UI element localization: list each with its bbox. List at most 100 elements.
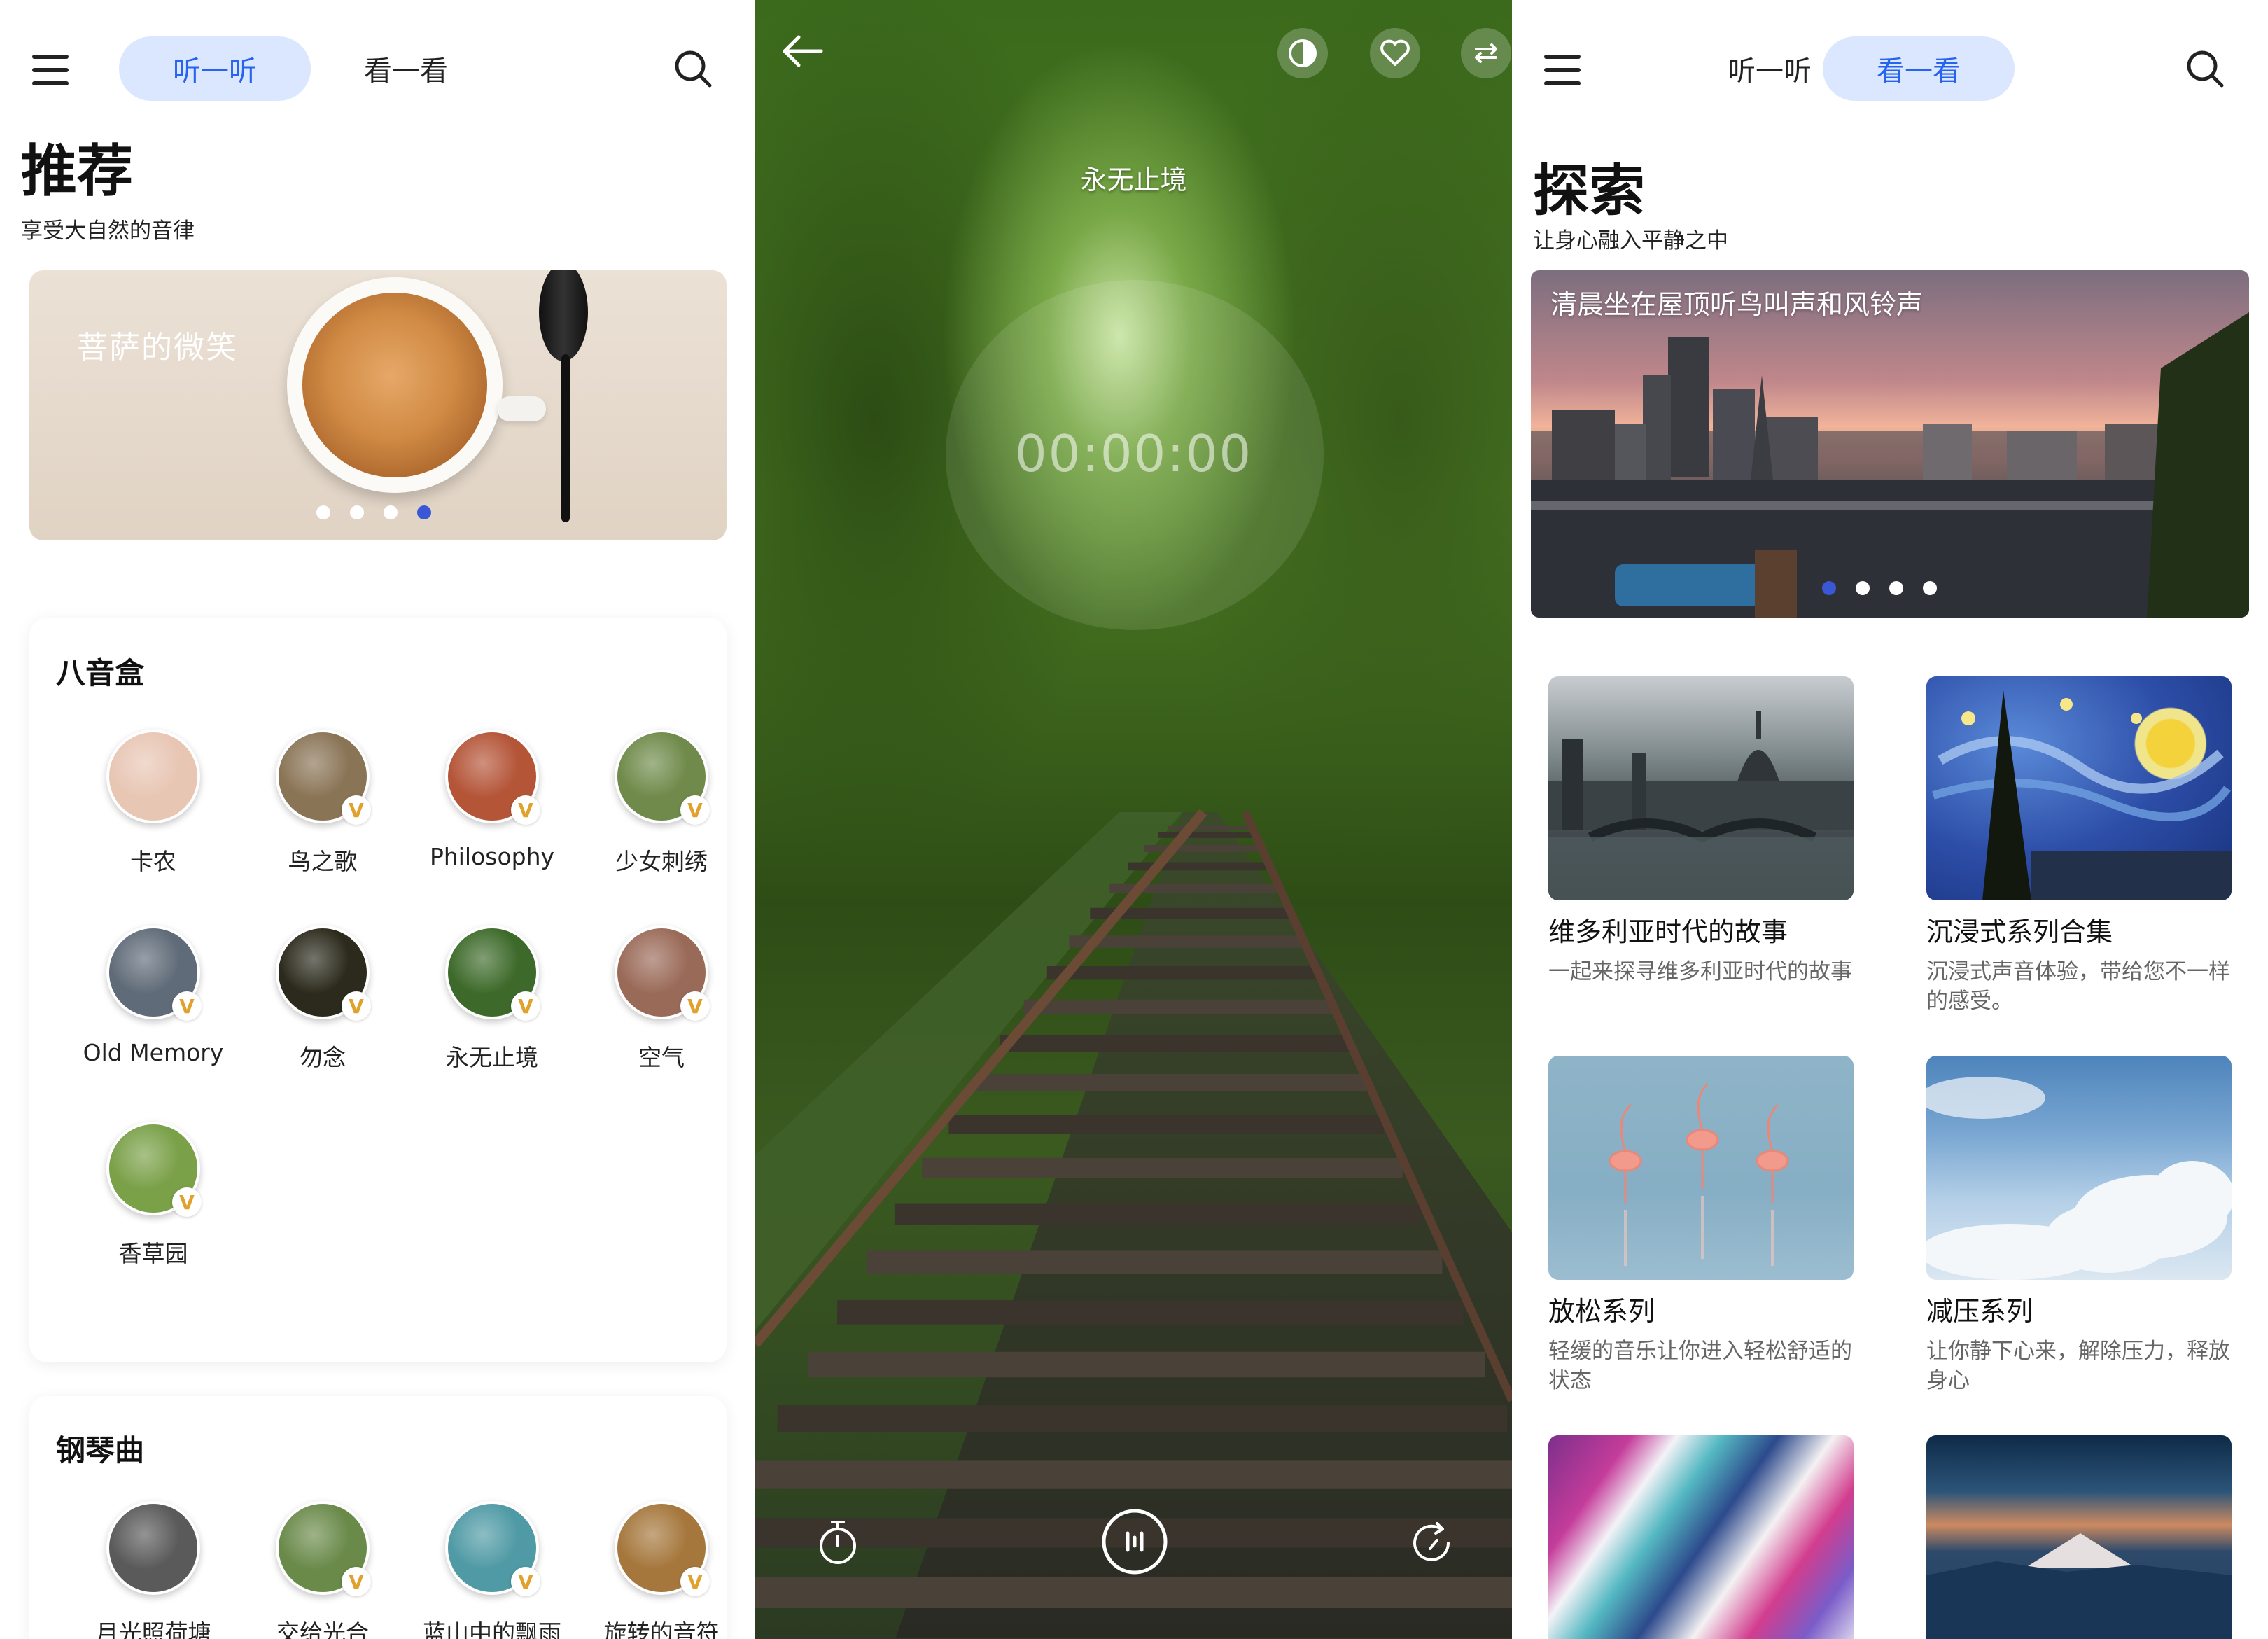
sound-item-label: 鸟之歌 bbox=[288, 848, 358, 875]
tile-immersive[interactable]: 沉浸式系列合集 沉浸式声音体验，带给您不一样的感受。 bbox=[1926, 676, 2232, 1016]
tile-description: 沉浸式声音体验，带给您不一样的感受。 bbox=[1926, 959, 2230, 1014]
tile-decompress[interactable]: 减压系列 让你静下心来，解除压力，释放身心 bbox=[1926, 1056, 2232, 1395]
tab-look[interactable]: 看一看 bbox=[314, 36, 498, 101]
sound-item[interactable]: V Philosophy bbox=[407, 730, 577, 870]
pause-icon[interactable] bbox=[1101, 1508, 1168, 1575]
sound-item-label: 永无止境 bbox=[446, 1044, 538, 1071]
timer-icon[interactable] bbox=[816, 1518, 860, 1567]
sound-cover-image bbox=[106, 1501, 200, 1595]
railway-track-image bbox=[755, 809, 1512, 1639]
heart-icon[interactable] bbox=[1370, 28, 1420, 78]
sound-item[interactable]: V 少女刺绣 bbox=[577, 730, 746, 877]
page-title: 探索 bbox=[1533, 158, 1645, 223]
vip-badge-icon: V bbox=[342, 795, 371, 825]
contrast-icon[interactable] bbox=[1278, 28, 1328, 78]
spoon-image bbox=[539, 270, 588, 361]
sound-item[interactable]: 卡农 bbox=[69, 730, 238, 877]
railway-sleeper bbox=[1046, 966, 1318, 980]
pagination-dot-active[interactable] bbox=[1822, 581, 1836, 595]
sound-item[interactable]: V 交给光合 bbox=[238, 1501, 407, 1639]
page-title: 推荐 bbox=[21, 139, 133, 204]
back-arrow-icon[interactable] bbox=[782, 34, 824, 69]
shuffle-icon[interactable] bbox=[1461, 28, 1511, 78]
page-subtitle: 享受大自然的音律 bbox=[21, 218, 195, 244]
sound-item[interactable]: V Old Memory bbox=[69, 926, 238, 1066]
vip-badge-icon: V bbox=[511, 795, 540, 825]
banner-title: 清晨坐在屋顶听鸟叫声和风铃声 bbox=[1550, 289, 1924, 320]
pagination-dot[interactable] bbox=[316, 505, 330, 519]
sound-item[interactable]: V 旋转的音符 bbox=[577, 1501, 746, 1639]
menu-icon[interactable] bbox=[32, 55, 69, 85]
tab-listen[interactable]: 听一听 bbox=[119, 36, 311, 101]
menu-icon[interactable] bbox=[1544, 55, 1581, 85]
vip-badge-icon: V bbox=[680, 991, 710, 1021]
sound-item[interactable]: V 永无止境 bbox=[407, 926, 577, 1073]
starry-night-image bbox=[1926, 676, 2232, 900]
tile-victorian[interactable]: 维多利亚时代的故事 一起来探寻维多利亚时代的故事 bbox=[1548, 676, 1854, 986]
search-icon[interactable] bbox=[2185, 49, 2225, 88]
city-rooftop-image bbox=[1531, 312, 2249, 618]
mountain-image bbox=[1926, 1435, 2232, 1639]
repeat-icon[interactable] bbox=[1409, 1521, 1454, 1565]
tile-mountain[interactable] bbox=[1926, 1435, 2232, 1639]
tile-description: 轻缓的音乐让你进入轻松舒适的状态 bbox=[1548, 1339, 1852, 1393]
vip-badge-icon: V bbox=[172, 991, 202, 1021]
look-explore-screen: 听一听 看一看 探索 让身心融入平静之中 清晨坐在屋顶听鸟叫声和风铃声 维多利亚… bbox=[1512, 0, 2268, 1639]
piano-card: 钢琴曲 月光照荷塘 V 交给光合 V 蓝山中的飘雨 V 旋转的音符 bbox=[29, 1396, 727, 1639]
vip-badge-icon: V bbox=[511, 1567, 540, 1596]
tile-title: 减压系列 bbox=[1926, 1296, 2033, 1327]
tile-fluid-art[interactable] bbox=[1548, 1435, 1854, 1639]
sound-cover-image: V bbox=[445, 1501, 540, 1596]
tab-look[interactable]: 看一看 bbox=[1823, 36, 2015, 101]
sound-item-label: Old Memory bbox=[83, 1039, 224, 1066]
banner-pagination[interactable] bbox=[1822, 581, 1937, 595]
tile-description: 让你静下心来，解除压力，释放身心 bbox=[1926, 1339, 2230, 1393]
banner-pagination[interactable] bbox=[316, 505, 431, 519]
coffee-cup-image bbox=[287, 277, 546, 493]
railway-sleeper bbox=[1069, 935, 1304, 948]
player-screen: 永无止境 00:00:00 bbox=[755, 0, 1512, 1639]
sound-item-label: 香草园 bbox=[118, 1240, 188, 1267]
sound-item[interactable]: 月光照荷塘 bbox=[69, 1501, 238, 1639]
pagination-dot[interactable] bbox=[1889, 581, 1903, 595]
sound-cover-image: V bbox=[615, 1501, 710, 1596]
fluid-art-image bbox=[1548, 1435, 1854, 1639]
sound-cover-image: V bbox=[615, 730, 710, 825]
railway-sleeper bbox=[1000, 1035, 1349, 1052]
sound-item[interactable]: V 香草园 bbox=[69, 1122, 238, 1269]
vip-badge-icon: V bbox=[680, 1567, 710, 1596]
listen-recommend-screen: 听一听 看一看 推荐 享受大自然的音律 菩萨的微笑 八音盒 卡农 V 鸟之歌 V Phi… bbox=[0, 0, 755, 1639]
vip-badge-icon: V bbox=[172, 1187, 202, 1217]
tile-description: 一起来探寻维多利亚时代的故事 bbox=[1548, 959, 1852, 984]
pagination-dot[interactable] bbox=[384, 505, 398, 519]
vip-badge-icon: V bbox=[342, 991, 371, 1021]
search-icon[interactable] bbox=[673, 49, 713, 88]
explore-banner[interactable]: 清晨坐在屋顶听鸟叫声和风铃声 bbox=[1531, 270, 2249, 618]
sound-item-label: 勿念 bbox=[300, 1044, 346, 1071]
sound-item[interactable]: V 勿念 bbox=[238, 926, 407, 1073]
sound-item[interactable]: V 鸟之歌 bbox=[238, 730, 407, 877]
banner-title: 菩萨的微笑 bbox=[77, 330, 238, 365]
recommend-banner[interactable]: 菩萨的微笑 bbox=[29, 270, 727, 540]
sound-item[interactable]: V 空气 bbox=[577, 926, 746, 1073]
sound-item-label: Philosophy bbox=[429, 843, 555, 870]
tile-relax[interactable]: 放松系列 轻缓的音乐让你进入轻松舒适的状态 bbox=[1548, 1056, 1854, 1395]
page-subtitle: 让身心融入平静之中 bbox=[1533, 228, 1728, 253]
railway-sleeper bbox=[866, 1250, 1443, 1274]
railway-sleeper bbox=[755, 1577, 1512, 1608]
vip-badge-icon: V bbox=[511, 991, 540, 1021]
sound-item[interactable]: V 蓝山中的飘雨 bbox=[407, 1501, 577, 1639]
sound-cover-image: V bbox=[445, 730, 540, 825]
sound-cover-image: V bbox=[276, 730, 371, 825]
sound-cover-image: V bbox=[615, 926, 710, 1021]
railway-sleeper bbox=[922, 1157, 1403, 1178]
pagination-dot-active[interactable] bbox=[417, 505, 431, 519]
sound-cover-image: V bbox=[106, 926, 202, 1021]
pagination-dot[interactable] bbox=[350, 505, 364, 519]
sound-item-label: 月光照荷塘 bbox=[95, 1619, 211, 1639]
sound-cover-image: V bbox=[276, 926, 371, 1021]
railway-sleeper bbox=[837, 1300, 1464, 1325]
pagination-dot[interactable] bbox=[1856, 581, 1870, 595]
vip-badge-icon: V bbox=[680, 795, 710, 825]
pagination-dot[interactable] bbox=[1923, 581, 1937, 595]
